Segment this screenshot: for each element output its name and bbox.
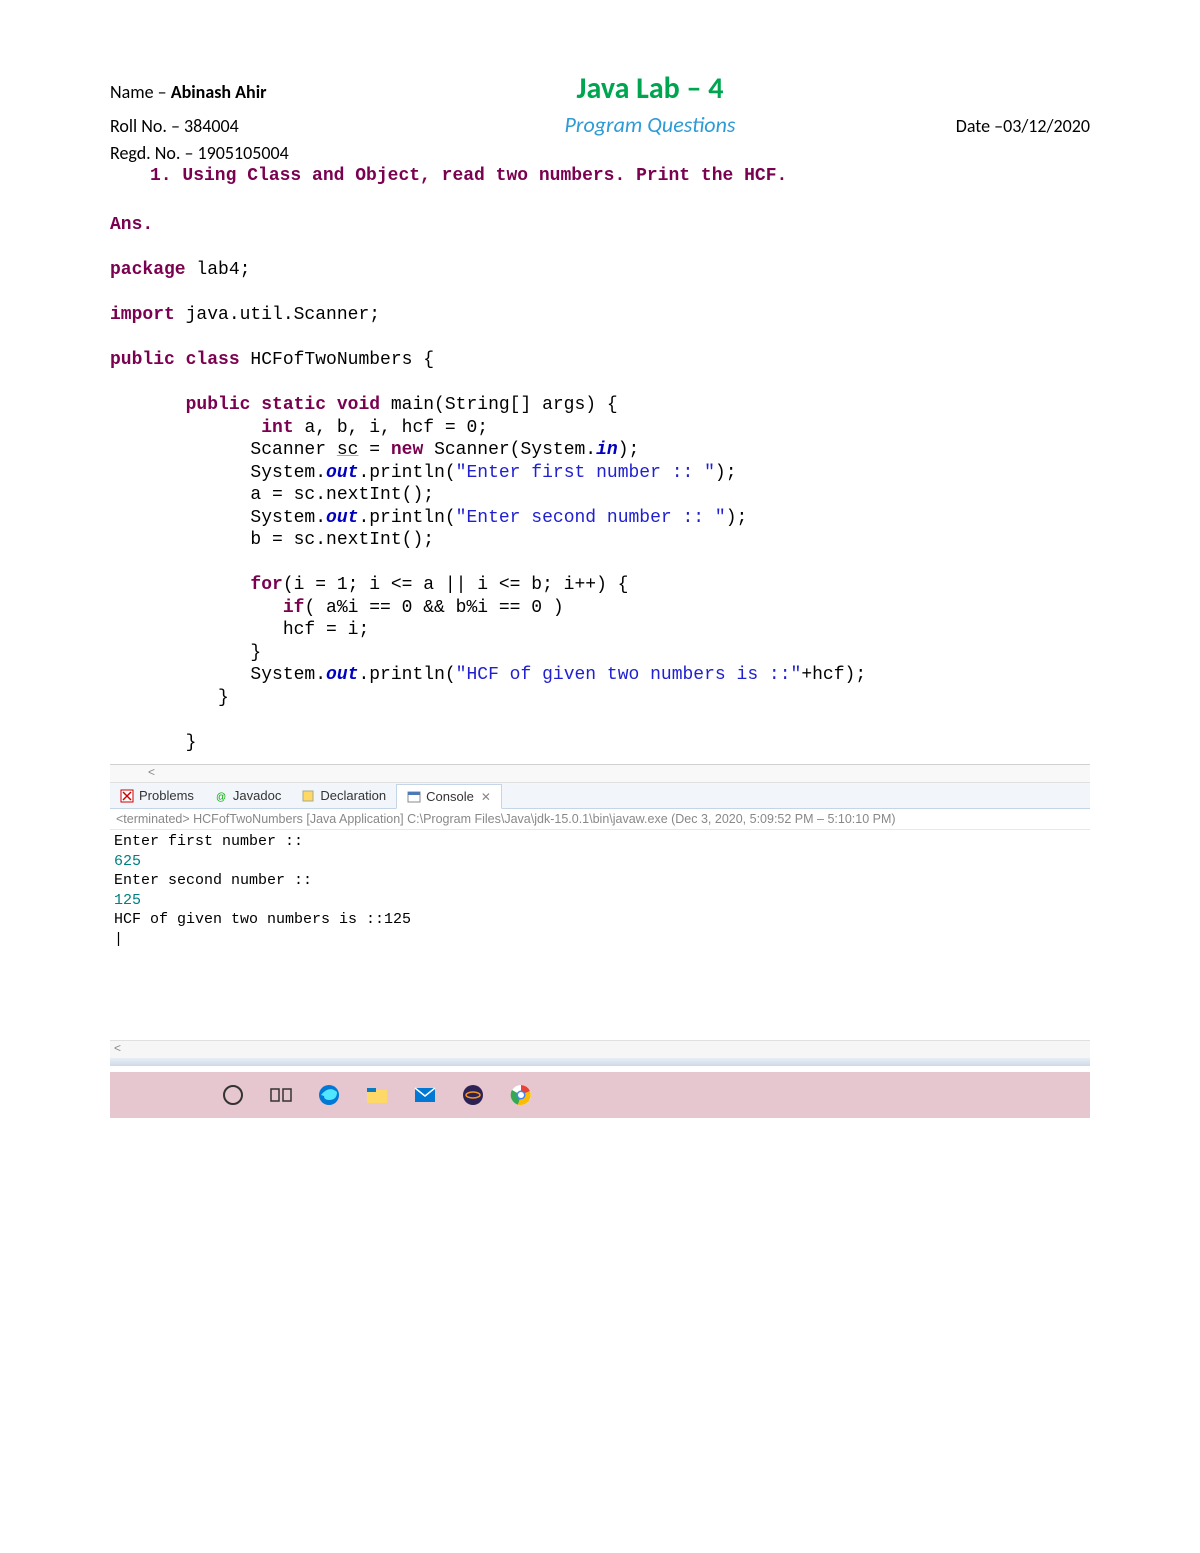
scroll-left-top[interactable]: < (110, 765, 1090, 783)
console-input-line: 125 (114, 891, 1086, 911)
roll-number: Roll No. – 384004 (110, 115, 390, 137)
question-text: 1. Using Class and Object, read two numb… (150, 166, 1090, 186)
console-icon (407, 790, 421, 804)
ide-tabs: Problems @ Javadoc Declaration Console ✕ (110, 783, 1090, 809)
console-line: Enter second number :: (114, 871, 1086, 891)
ide-console-panel: < Problems @ Javadoc Declaration Console… (110, 764, 1090, 1066)
ide-border (110, 1058, 1090, 1066)
tab-problems-label: Problems (139, 788, 194, 803)
edge-icon[interactable] (316, 1082, 342, 1108)
name-label: Name – (110, 81, 171, 103)
chrome-icon[interactable] (508, 1082, 534, 1108)
regd-number: Regd. No. – 1905105004 (110, 142, 1090, 164)
cortana-icon[interactable] (220, 1082, 246, 1108)
mail-icon[interactable] (412, 1082, 438, 1108)
tab-javadoc-label: Javadoc (233, 788, 281, 803)
explorer-icon[interactable] (364, 1082, 390, 1108)
console-line: HCF of given two numbers is ::125 (114, 910, 1086, 930)
error-icon (120, 789, 134, 803)
javadoc-icon: @ (214, 789, 228, 803)
tab-declaration[interactable]: Declaration (291, 784, 396, 807)
answer-label: Ans. (110, 215, 153, 235)
tab-declaration-label: Declaration (320, 788, 386, 803)
tab-console[interactable]: Console ✕ (396, 784, 502, 809)
page-subtitle: Program Questions (565, 111, 736, 138)
tab-problems[interactable]: Problems (110, 784, 204, 807)
svg-text:@: @ (216, 792, 226, 803)
tab-console-label: Console (426, 789, 474, 804)
close-icon[interactable]: ✕ (481, 790, 491, 804)
console-line: Enter first number :: (114, 832, 1086, 852)
student-name: Name – Abinash Ahir (110, 81, 390, 103)
scroll-left-bottom[interactable]: < (110, 1040, 1090, 1058)
console-cursor: | (114, 930, 1086, 950)
tab-javadoc[interactable]: @ Javadoc (204, 784, 291, 807)
terminated-status: <terminated> HCFofTwoNumbers [Java Appli… (110, 809, 1090, 830)
date-label: Date –03/12/2020 (910, 115, 1090, 137)
code-block: Ans. package lab4; import java.util.Scan… (110, 214, 1090, 754)
console-output: Enter first number :: 625 Enter second n… (110, 830, 1090, 1040)
taskbar (110, 1072, 1090, 1118)
declaration-icon (301, 789, 315, 803)
page-title: Java Lab – 4 (577, 70, 724, 107)
console-input-line: 625 (114, 852, 1086, 872)
name-value: Abinash Ahir (171, 81, 267, 103)
eclipse-icon[interactable] (460, 1082, 486, 1108)
taskview-icon[interactable] (268, 1082, 294, 1108)
